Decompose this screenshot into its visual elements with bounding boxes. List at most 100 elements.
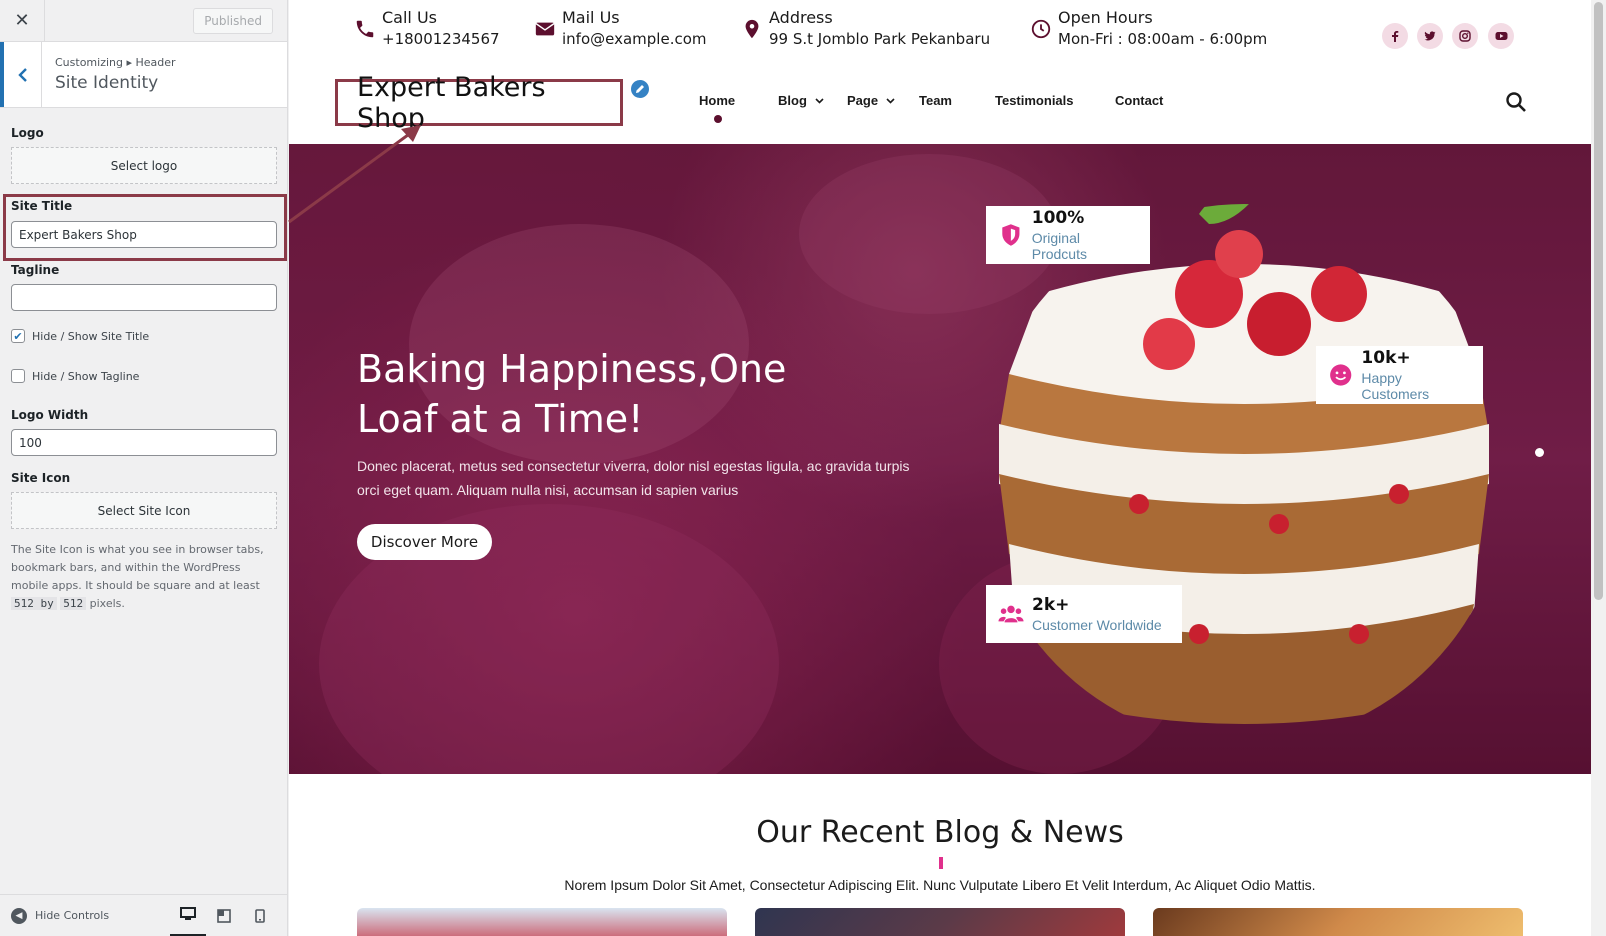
hide-controls-button[interactable]: ◀ Hide Controls [11, 907, 110, 924]
mobile-preview-button[interactable] [242, 895, 278, 936]
logo-label: Logo [11, 126, 44, 140]
hide-show-tagline-checkbox[interactable]: Hide / Show Tagline [11, 369, 139, 383]
blog-section-subtitle: Norem Ipsum Dolor Sit Amet, Consectetur … [564, 877, 1316, 893]
instagram-link[interactable] [1452, 23, 1478, 49]
phone-icon [356, 20, 374, 38]
instagram-icon [1459, 30, 1471, 42]
customizer-header-bar: ✕ Published [0, 0, 287, 42]
customizer-footer: ◀ Hide Controls [0, 894, 288, 936]
select-site-icon-button[interactable]: Select Site Icon [11, 492, 277, 529]
nav-page[interactable]: Page [847, 93, 895, 108]
call-info[interactable]: Call Us +18001234567 [354, 8, 500, 48]
stat-original-products: 100% Original Prodcuts [986, 206, 1150, 264]
twitter-link[interactable] [1417, 23, 1443, 49]
tablet-preview-button[interactable] [206, 895, 242, 936]
stat-label: Customer Worldwide [1032, 617, 1162, 633]
section-header: Customizing ▸ Header Site Identity [0, 42, 287, 108]
desktop-preview-button[interactable] [170, 895, 207, 936]
logo-width-label: Logo Width [11, 408, 89, 422]
select-logo-button[interactable]: Select logo [11, 147, 277, 184]
nav-team[interactable]: Team [919, 93, 952, 108]
edit-shortcut-button[interactable] [629, 78, 651, 100]
address-value: 99 S.t Jomblo Park Pekanbaru [769, 30, 991, 48]
mail-title: Mail Us [562, 8, 620, 27]
youtube-link[interactable] [1488, 23, 1514, 49]
hide-show-tagline-label: Hide / Show Tagline [32, 369, 140, 383]
address-title: Address [769, 8, 833, 27]
checkbox-empty-icon [11, 369, 25, 383]
close-icon: ✕ [14, 10, 30, 31]
close-customizer-button[interactable]: ✕ [0, 0, 45, 42]
site-icon-description: The Site Icon is what you see in browser… [11, 543, 264, 610]
checkmark-icon: ✔ [11, 329, 25, 343]
discover-more-button[interactable]: Discover More [357, 524, 492, 560]
mail-info[interactable]: Mail Us info@example.com [534, 8, 707, 48]
smile-icon [1330, 364, 1352, 386]
address-info: Address 99 S.t Jomblo Park Pekanbaru [741, 8, 990, 48]
hide-show-site-title-checkbox[interactable]: ✔ Hide / Show Site Title [11, 329, 149, 343]
collapse-icon: ◀ [11, 907, 27, 924]
youtube-icon [1495, 32, 1507, 40]
site-title[interactable]: Expert Bakers Shop [335, 72, 623, 134]
scrollbar-thumb[interactable] [1594, 2, 1603, 600]
map-pin-icon [745, 19, 759, 39]
stat-number: 100% [1031, 208, 1085, 228]
pencil-icon [636, 85, 644, 93]
nav-blog[interactable]: Blog [778, 93, 824, 108]
tagline-label: Tagline [11, 263, 60, 277]
clock-icon [1031, 19, 1051, 39]
hero-title: Baking Happiness,One Loaf at a Time! [357, 347, 787, 441]
stat-label: Happy Customers [1361, 370, 1430, 402]
hide-show-site-title-label: Hide / Show Site Title [32, 329, 150, 343]
nav-page-label: Page [847, 93, 879, 108]
back-button[interactable] [0, 42, 42, 107]
twitter-icon [1424, 31, 1436, 41]
mobile-icon [255, 908, 265, 923]
stat-label: Original Prodcuts [1031, 230, 1087, 262]
active-indicator [714, 115, 722, 123]
facebook-icon [1392, 31, 1399, 42]
site-preview: Call Us +18001234567 Mail Us info@example.… [289, 0, 1591, 936]
hero-banner: Baking Happiness,One Loaf at a Time! Don… [289, 144, 1591, 774]
call-value: +18001234567 [382, 30, 500, 48]
stat-number: 10k+ [1361, 348, 1411, 368]
chevron-left-icon [17, 67, 27, 82]
publish-button[interactable]: Published [193, 7, 273, 34]
code-size: 512 by [11, 597, 57, 610]
chevron-down-icon [886, 97, 895, 104]
customizer-sidebar: ✕ Published Customizing ▸ Header Site Id… [0, 0, 288, 936]
hours-info: Open Hours Mon-Fri : 08:00am - 6:00pm [1030, 8, 1267, 48]
title-accent-bar [939, 857, 943, 869]
slider-dot[interactable] [1535, 448, 1544, 457]
nav-home[interactable]: Home [699, 93, 735, 108]
mail-value: info@example.com [562, 30, 707, 48]
blog-card-image[interactable] [755, 908, 1125, 936]
facebook-link[interactable] [1382, 23, 1408, 49]
blog-section-title: Our Recent Blog & News [756, 815, 1124, 850]
logo-width-input[interactable] [11, 429, 277, 456]
stat-customer-worldwide: 2k+ Customer Worldwide [986, 585, 1182, 643]
tagline-input[interactable] [11, 284, 277, 311]
site-header-nav: Expert Bakers Shop Home Blog Page Team T… [289, 70, 1591, 144]
top-info-bar: Call Us +18001234567 Mail Us info@example.… [289, 0, 1591, 70]
tablet-icon [217, 908, 231, 923]
code-size: 512 [60, 597, 87, 610]
envelope-icon [535, 22, 555, 36]
hours-title: Open Hours [1058, 8, 1153, 27]
stat-number: 2k+ [1032, 595, 1070, 615]
stat-happy-customers: 10k+ Happy Customers [1316, 346, 1483, 404]
users-icon [998, 605, 1024, 623]
blog-card-image[interactable] [1153, 908, 1523, 936]
nav-contact[interactable]: Contact [1115, 93, 1163, 108]
preview-scrollbar[interactable] [1591, 0, 1606, 936]
site-title-highlight [3, 194, 287, 261]
hide-controls-label: Hide Controls [35, 909, 110, 922]
blog-card-image[interactable] [357, 908, 727, 936]
breadcrumb: Customizing ▸ Header [55, 56, 176, 69]
site-icon-label: Site Icon [11, 471, 71, 485]
search-icon[interactable] [1505, 91, 1527, 113]
shield-icon [1002, 224, 1020, 246]
desktop-icon [180, 907, 197, 920]
section-title: Site Identity [55, 73, 159, 93]
nav-testimonials[interactable]: Testimonials [995, 93, 1074, 108]
